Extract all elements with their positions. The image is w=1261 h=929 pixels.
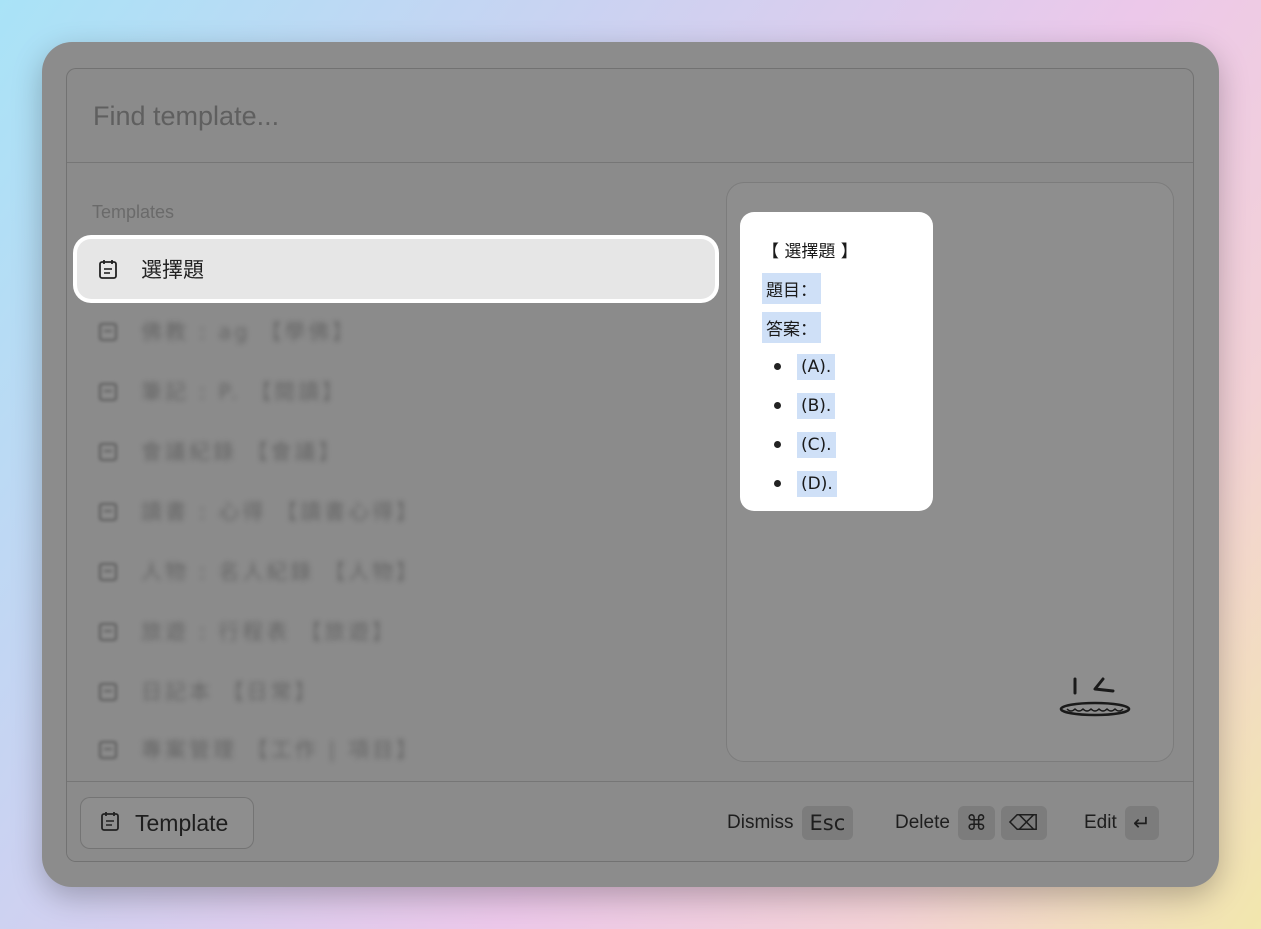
template-picker-panel: Templates 選擇題 佛教 : ag 【學佛】 筆記 : P. 【閱讀】 … (66, 68, 1194, 862)
template-item[interactable]: 人物 : 名人紀錄 【人物】 (77, 541, 715, 601)
notepad-icon (97, 500, 119, 522)
preview-card: 【 選擇題 】 題目： 答案： (A). (B). (C). (D). (740, 212, 933, 511)
notepad-icon (97, 738, 119, 760)
preview-option: (D). (762, 464, 933, 503)
notepad-icon (97, 440, 119, 462)
template-item[interactable]: 專案管理 【工作 | 項目】 (77, 719, 715, 779)
preview-option: (B). (762, 386, 933, 425)
dismiss-action[interactable]: Dismiss Esc (727, 806, 854, 840)
preview-option: (A). (762, 347, 933, 386)
notepad-icon (97, 620, 119, 642)
command-key: ⌘ (957, 806, 995, 840)
section-label-templates: Templates (92, 202, 175, 222)
search-input[interactable] (91, 95, 1155, 137)
notepad-icon (97, 560, 119, 582)
template-item-label: 人物 : 名人紀錄 【人物】 (141, 560, 421, 584)
template-item-label: 會議紀錄 【會議】 (141, 440, 343, 464)
delete-label: Delete (895, 812, 950, 833)
template-item-label: 專案管理 【工作 | 項目】 (141, 738, 421, 762)
template-item[interactable]: 日記本 【日常】 (77, 661, 715, 721)
notepad-icon (97, 320, 119, 342)
preview-question: 題目： (762, 273, 821, 304)
template-item-label: 筆記 : P. 【閱讀】 (141, 380, 347, 404)
edit-label: Edit (1084, 812, 1117, 833)
template-item-selected[interactable]: 選擇題 (77, 239, 715, 299)
notepad-icon (99, 810, 121, 837)
notepad-icon (97, 258, 119, 280)
template-button[interactable]: Template (80, 797, 254, 849)
template-item[interactable]: 旅遊 : 行程表 【旅遊】 (77, 601, 715, 661)
preview-option: (C). (762, 425, 933, 464)
notepad-icon (97, 680, 119, 702)
edit-action[interactable]: Edit ↵ (1084, 806, 1159, 840)
template-button-label: Template (135, 809, 229, 836)
template-item-label: 日記本 【日常】 (141, 680, 319, 704)
template-item[interactable]: 佛教 : ag 【學佛】 (77, 301, 715, 361)
preview-title: 【 選擇題 】 (762, 242, 858, 262)
dismiss-label: Dismiss (727, 812, 794, 833)
template-item-label: 選擇題 (141, 258, 204, 282)
template-item[interactable]: 讀書 : 心得 【讀書心得】 (77, 481, 715, 541)
smiley-mascot-icon (1057, 673, 1137, 723)
preview-answer: 答案： (762, 312, 821, 343)
delete-action[interactable]: Delete ⌘ ⌫ (895, 806, 1047, 840)
return-key: ↵ (1124, 806, 1159, 840)
footer-bar: Template Dismiss Esc Delete ⌘ ⌫ Edit ↵ (67, 781, 1193, 861)
template-item-label: 讀書 : 心得 【讀書心得】 (141, 500, 421, 524)
backspace-key: ⌫ (1000, 806, 1047, 840)
template-item-label: 旅遊 : 行程表 【旅遊】 (141, 620, 397, 644)
template-preview: 【 選擇題 】 題目： 答案： (A). (B). (C). (D). (726, 182, 1174, 762)
template-item-label: 佛教 : ag 【學佛】 (141, 320, 357, 344)
notepad-icon (97, 380, 119, 402)
esc-key: Esc (801, 806, 854, 840)
search-bar (67, 69, 1193, 163)
template-item[interactable]: 會議紀錄 【會議】 (77, 421, 715, 481)
template-item[interactable]: 筆記 : P. 【閱讀】 (77, 361, 715, 421)
